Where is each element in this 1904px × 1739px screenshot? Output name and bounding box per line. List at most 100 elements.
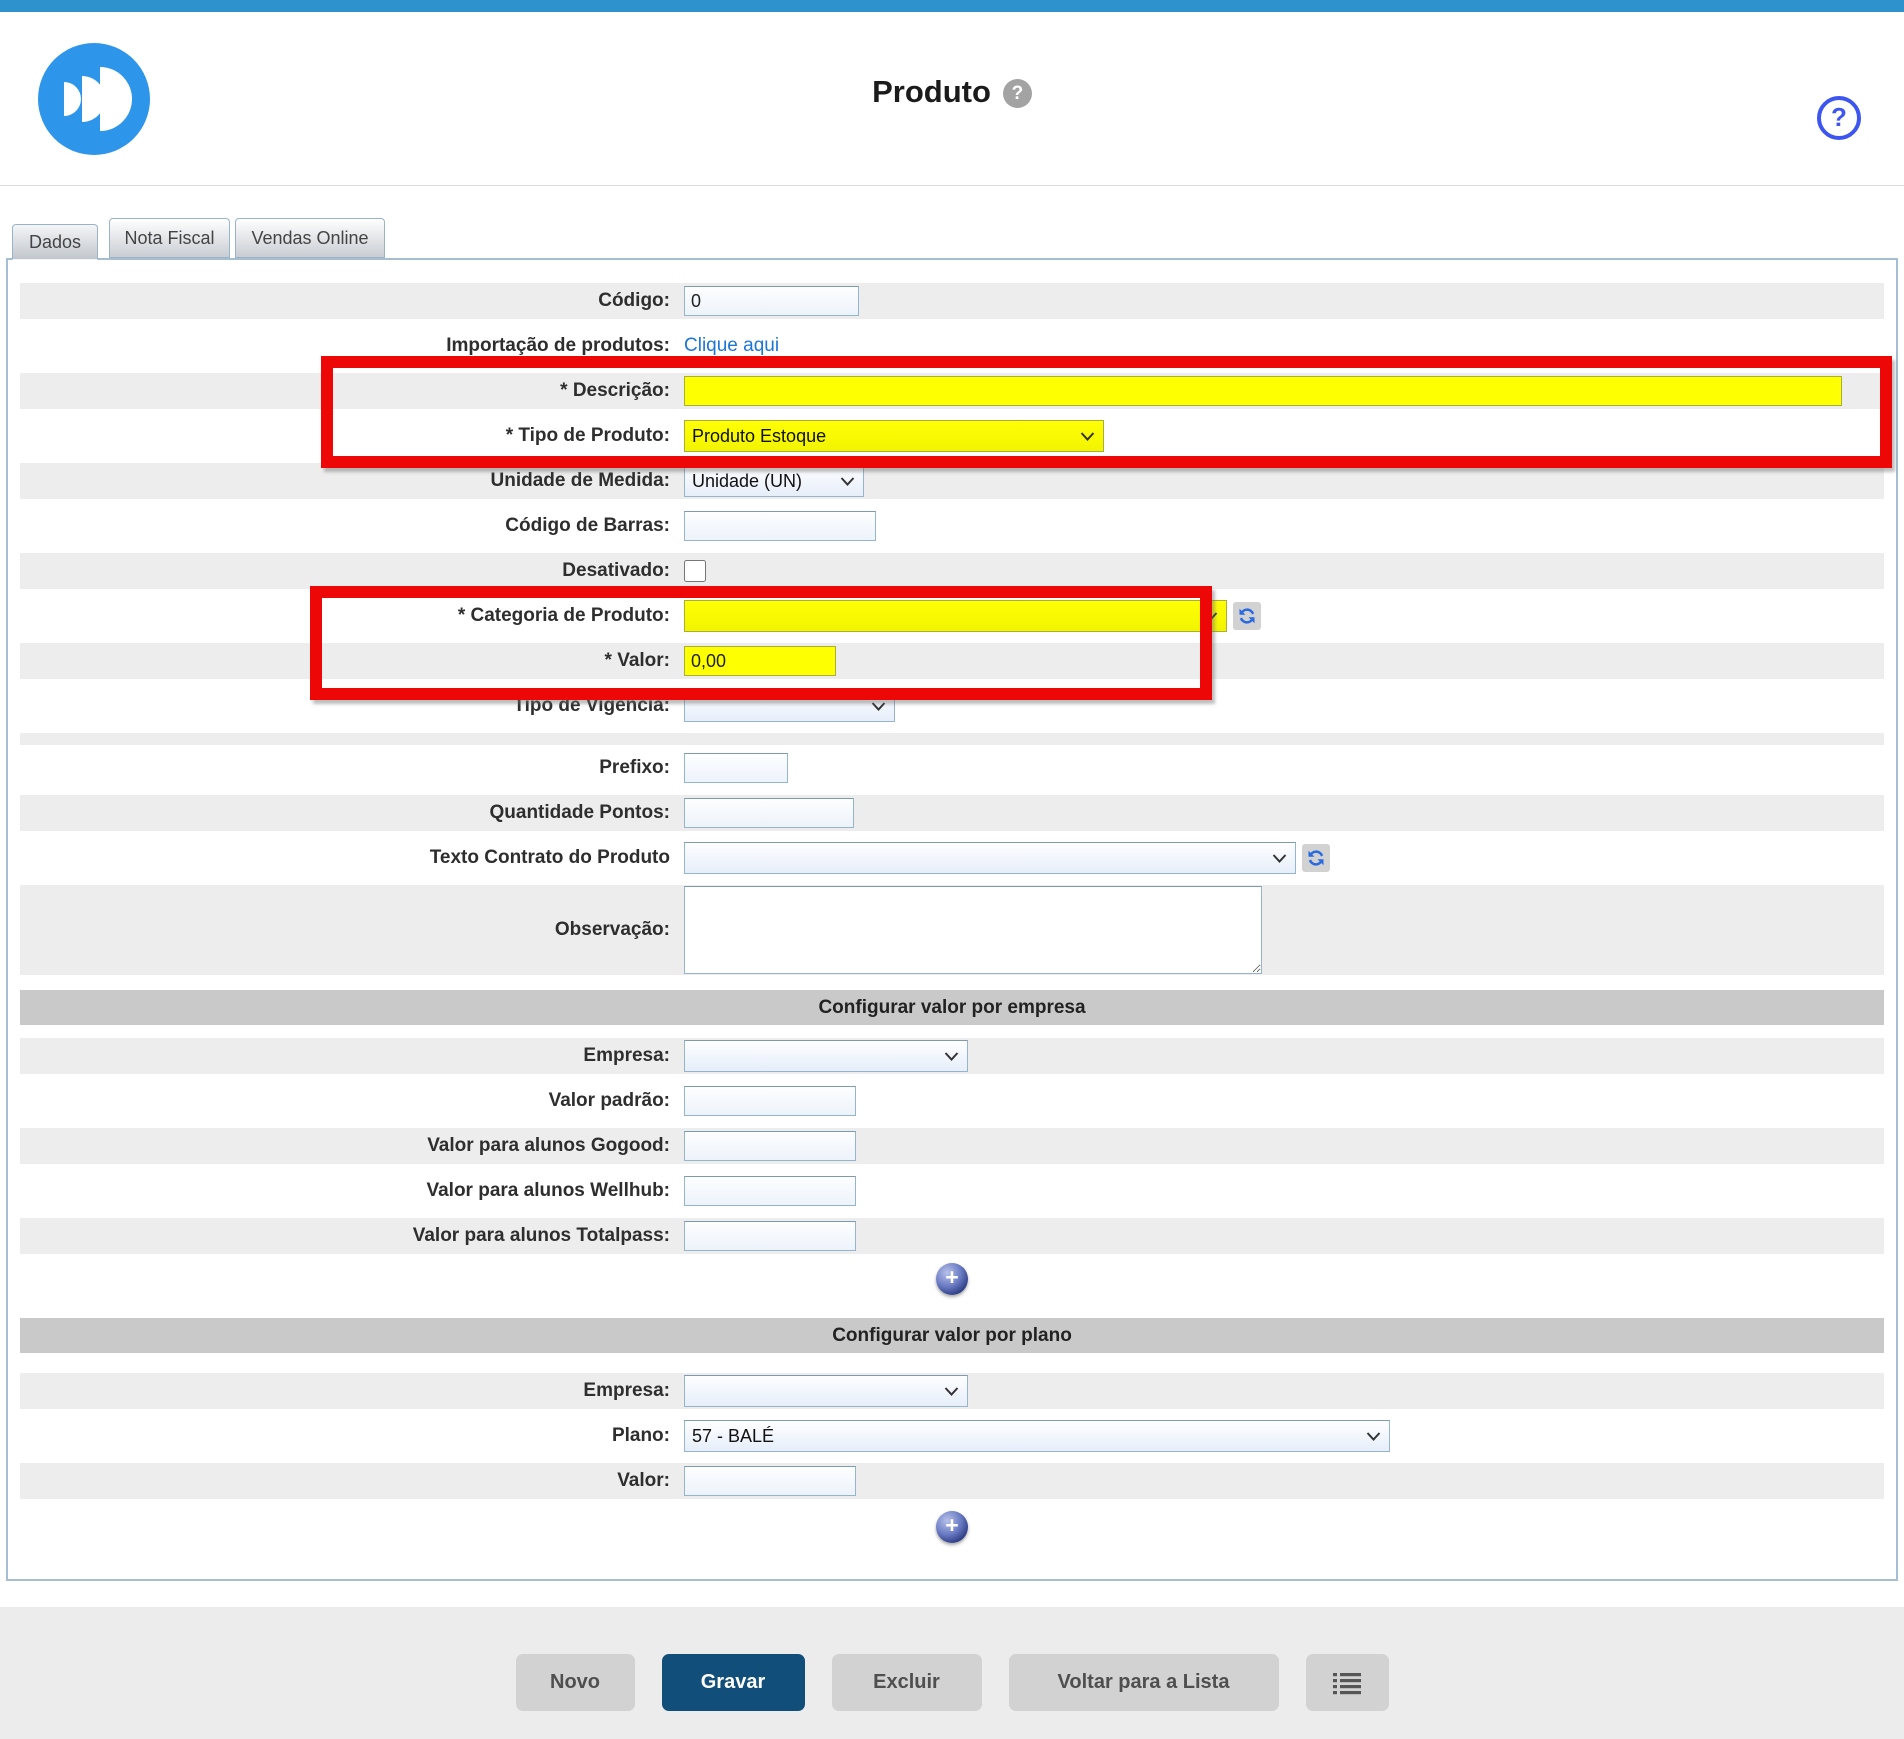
desativado-checkbox[interactable] [684, 560, 706, 582]
observacao-textarea[interactable] [684, 886, 1262, 974]
section-header-valor-empresa: Configurar valor por empresa [20, 990, 1884, 1025]
empresa-plano-label: Empresa: [20, 1380, 676, 1402]
categoria-label: * Categoria de Produto: [20, 605, 676, 627]
valor-label: * Valor: [20, 650, 676, 672]
valor-plano-label: Valor: [20, 1470, 676, 1492]
row-observacao: Observação: [20, 885, 1884, 975]
prefixo-label: Prefixo: [20, 757, 676, 779]
tab-bar: Dados Nota Fiscal Vendas Online [12, 218, 1904, 258]
section-header-valor-plano: Configurar valor por plano [20, 1318, 1884, 1353]
app-logo [38, 43, 150, 155]
row-valor-padrao: Valor padrão: [20, 1083, 1884, 1119]
row-valor: * Valor: [20, 643, 1884, 679]
add-row-empresa: + [8, 1263, 1896, 1297]
title-help-icon[interactable]: ? [1003, 79, 1032, 108]
valor-wellhub-input[interactable] [684, 1176, 856, 1206]
chevron-down-icon [840, 477, 855, 486]
clique-aqui-link[interactable]: Clique aqui [684, 335, 779, 357]
texto-contrato-label: Texto Contrato do Produto [20, 847, 676, 869]
valor-gogood-label: Valor para alunos Gogood: [20, 1135, 676, 1157]
row-tipo-produto: * Tipo de Produto: Produto Estoque [20, 418, 1884, 454]
tab-vendas-online[interactable]: Vendas Online [235, 218, 385, 258]
texto-contrato-select[interactable] [684, 842, 1296, 874]
valor-padrao-input[interactable] [684, 1086, 856, 1116]
plano-label: Plano: [20, 1425, 676, 1447]
row-valor-wellhub: Valor para alunos Wellhub: [20, 1173, 1884, 1209]
empresa-plano-select[interactable] [684, 1375, 968, 1407]
unidade-medida-value: Unidade (UN) [692, 471, 802, 492]
gravar-button[interactable]: Gravar [662, 1654, 805, 1711]
refresh-icon [1304, 846, 1328, 870]
descricao-input[interactable] [684, 376, 1842, 406]
row-quantidade-pontos: Quantidade Pontos: [20, 795, 1884, 831]
tipo-vigencia-select[interactable] [684, 690, 895, 722]
empresa-select[interactable] [684, 1040, 968, 1072]
refresh-categoria-button[interactable] [1233, 602, 1261, 630]
quantidade-pontos-input[interactable] [684, 798, 854, 828]
page-help-icon[interactable]: ? [1817, 96, 1861, 140]
valor-gogood-input[interactable] [684, 1131, 856, 1161]
valor-wellhub-label: Valor para alunos Wellhub: [20, 1180, 676, 1202]
chevron-down-icon [944, 1387, 959, 1396]
page-header: Produto? ? [0, 12, 1904, 186]
form-panel: Código: Importação de produtos: Clique a… [6, 258, 1898, 1581]
categoria-select[interactable] [684, 600, 1227, 632]
row-valor-plano: Valor: [20, 1463, 1884, 1499]
codigo-barras-input[interactable] [684, 511, 876, 541]
valor-padrao-label: Valor padrão: [20, 1090, 676, 1112]
logo-waves-icon [38, 43, 150, 155]
row-desativado: Desativado: [20, 553, 1884, 589]
row-categoria: * Categoria de Produto: [20, 598, 1884, 634]
chevron-down-icon [944, 1052, 959, 1061]
unidade-medida-select[interactable]: Unidade (UN) [684, 465, 864, 497]
excluir-button[interactable]: Excluir [832, 1654, 982, 1711]
codigo-barras-label: Código de Barras: [20, 515, 676, 537]
prefixo-input[interactable] [684, 753, 788, 783]
tab-dados[interactable]: Dados [12, 224, 98, 260]
add-valor-empresa-button[interactable]: + [936, 1263, 968, 1295]
row-tipo-vigencia: Tipo de Vigência: [20, 688, 1884, 724]
valor-input[interactable] [684, 646, 836, 676]
chevron-down-icon [1203, 612, 1218, 621]
valor-totalpass-label: Valor para alunos Totalpass: [20, 1225, 676, 1247]
unidade-medida-label: Unidade de Medida: [20, 470, 676, 492]
refresh-texto-contrato-button[interactable] [1302, 844, 1330, 872]
row-valor-gogood: Valor para alunos Gogood: [20, 1128, 1884, 1164]
refresh-icon [1235, 604, 1259, 628]
plano-value: 57 - BALÉ [692, 1426, 774, 1447]
row-codigo: Código: [20, 283, 1884, 319]
chevron-down-icon [1272, 854, 1287, 863]
row-empresa: Empresa: [20, 1038, 1884, 1074]
action-bar: Novo Gravar Excluir Voltar para a Lista [0, 1607, 1904, 1739]
novo-button[interactable]: Novo [516, 1654, 635, 1711]
voltar-lista-button[interactable]: Voltar para a Lista [1009, 1654, 1279, 1711]
chevron-down-icon [1366, 1432, 1381, 1441]
plano-select[interactable]: 57 - BALÉ [684, 1420, 1390, 1452]
row-empresa-plano: Empresa: [20, 1373, 1884, 1409]
add-row-plano: + [8, 1511, 1896, 1545]
row-valor-totalpass: Valor para alunos Totalpass: [20, 1218, 1884, 1254]
tab-nota-fiscal[interactable]: Nota Fiscal [109, 218, 230, 258]
importacao-label: Importação de produtos: [20, 335, 676, 357]
row-descricao: * Descrição: [20, 373, 1884, 409]
quantidade-pontos-label: Quantidade Pontos: [20, 802, 676, 824]
row-texto-contrato: Texto Contrato do Produto [20, 840, 1884, 876]
add-valor-plano-button[interactable]: + [936, 1511, 968, 1543]
chevron-down-icon [1080, 432, 1095, 441]
valor-plano-input[interactable] [684, 1466, 856, 1496]
top-accent-bar [0, 0, 1904, 12]
valor-totalpass-input[interactable] [684, 1221, 856, 1251]
row-plano: Plano: 57 - BALÉ [20, 1418, 1884, 1454]
row-unidade-medida: Unidade de Medida: Unidade (UN) [20, 463, 1884, 499]
row-prefixo: Prefixo: [20, 750, 1884, 786]
empty-row [20, 733, 1884, 745]
tipo-produto-select[interactable]: Produto Estoque [684, 420, 1104, 452]
chevron-down-icon [871, 702, 886, 711]
codigo-label: Código: [20, 290, 676, 312]
empresa-label: Empresa: [20, 1045, 676, 1067]
codigo-input[interactable] [684, 286, 859, 316]
tipo-produto-label: * Tipo de Produto: [20, 425, 676, 447]
desativado-label: Desativado: [20, 560, 676, 582]
tipo-vigencia-label: Tipo de Vigência: [20, 695, 676, 717]
lista-button[interactable] [1306, 1654, 1389, 1711]
